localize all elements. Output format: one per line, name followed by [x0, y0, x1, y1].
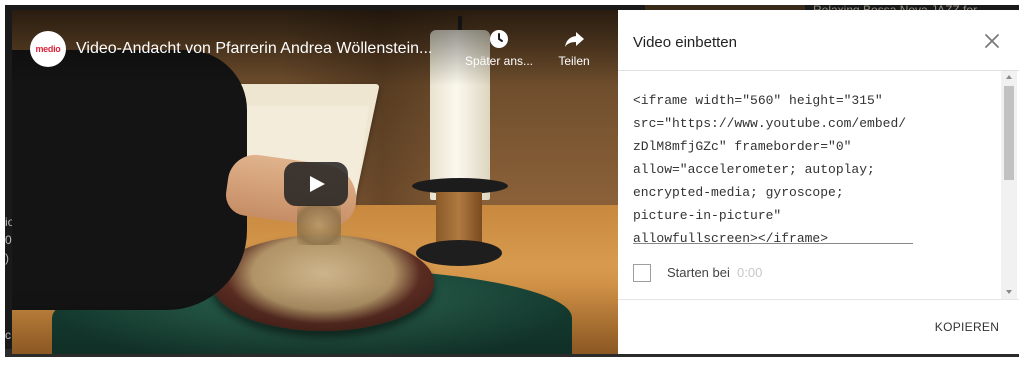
play-button[interactable]	[284, 162, 348, 206]
share-label: Teilen	[558, 54, 590, 68]
scroll-up-arrow-icon[interactable]	[1005, 73, 1013, 81]
embed-dialog-footer: KOPIEREN	[618, 299, 1019, 355]
embed-dialog-title: Video einbetten	[633, 34, 737, 51]
background-left-bottom-fragment: c	[5, 328, 11, 342]
share-button[interactable]: Teilen	[538, 28, 610, 68]
copy-button[interactable]: KOPIEREN	[923, 320, 1011, 334]
scrollbar-thumb[interactable]	[1004, 86, 1014, 180]
embed-dialog: Video einbetten <iframe width="560" heig…	[618, 10, 1019, 354]
scroll-down-arrow-icon[interactable]	[1005, 288, 1013, 296]
channel-logo-text: medio	[35, 44, 61, 54]
start-at-label[interactable]: Starten bei	[667, 265, 730, 280]
video-preview[interactable]: medio Video-Andacht von Pfarrerin Andrea…	[12, 10, 619, 354]
start-time-input[interactable]: 0:00	[737, 265, 762, 280]
embed-code-underline	[633, 243, 913, 244]
channel-logo[interactable]: medio	[30, 31, 66, 67]
embed-code-area[interactable]: <iframe width="560" height="315" src="ht…	[618, 71, 1019, 299]
watch-later-button[interactable]: Später ans...	[460, 28, 538, 68]
watch-later-label: Später ans...	[464, 54, 534, 68]
start-at-checkbox[interactable]	[633, 264, 651, 282]
close-icon[interactable]	[983, 32, 1001, 50]
video-title[interactable]: Video-Andacht von Pfarrerin Andrea Wölle…	[76, 40, 458, 58]
play-icon	[310, 176, 325, 192]
share-arrow-icon	[565, 32, 584, 47]
clock-icon	[490, 30, 508, 48]
embed-dialog-header: Video einbetten	[618, 10, 1019, 71]
embed-code-text[interactable]: <iframe width="560" height="315" src="ht…	[633, 89, 913, 250]
